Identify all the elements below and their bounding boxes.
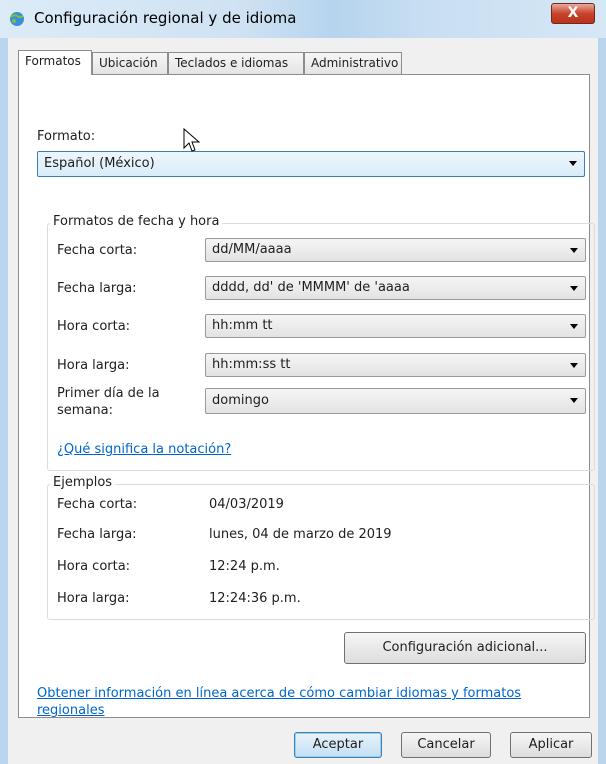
example-short-time-label: Hora corta:	[57, 559, 131, 574]
online-info-link-line2[interactable]: regionales	[37, 703, 104, 718]
short-date-label: Fecha corta:	[57, 243, 138, 258]
tab-administrativo[interactable]: Administrativo	[304, 52, 402, 74]
chevron-down-icon	[570, 324, 578, 329]
online-info-link[interactable]: Obtener información en línea acerca de c…	[37, 686, 521, 701]
chevron-down-icon	[569, 161, 577, 166]
window: Configuración regional y de idioma X For…	[0, 0, 606, 764]
example-long-date-label: Fecha larga:	[57, 527, 137, 542]
long-date-label: Fecha larga:	[57, 281, 137, 296]
additional-settings-button[interactable]: Configuración adicional...	[344, 632, 586, 664]
title-bar[interactable]: Configuración regional y de idioma X	[0, 0, 606, 38]
first-day-label: Primer día de la	[57, 386, 160, 401]
short-time-select[interactable]: hh:mm tt	[205, 314, 586, 338]
example-short-date-label: Fecha corta:	[57, 497, 138, 512]
long-date-select[interactable]: dddd, dd' de 'MMMM' de 'aaaa	[205, 276, 586, 300]
tab-teclados[interactable]: Teclados e idiomas	[168, 52, 304, 74]
ok-button[interactable]: Aceptar	[294, 732, 382, 758]
example-long-time-label: Hora larga:	[57, 591, 130, 606]
example-short-date-value: 04/03/2019	[209, 497, 284, 512]
frame-right	[598, 38, 606, 764]
short-date-value: dd/MM/aaaa	[212, 242, 292, 257]
long-time-label: Hora larga:	[57, 358, 130, 373]
first-day-label-2: semana:	[57, 403, 113, 418]
example-long-time-value: 12:24:36 p.m.	[209, 591, 301, 606]
close-button[interactable]: X	[551, 3, 595, 24]
format-label: Formato:	[37, 129, 96, 144]
format-value: Español (México)	[44, 156, 155, 171]
cancel-button[interactable]: Cancelar	[401, 732, 491, 758]
long-time-select[interactable]: hh:mm:ss tt	[205, 353, 586, 377]
window-title: Configuración regional y de idioma	[34, 9, 297, 27]
chevron-down-icon	[570, 398, 578, 403]
example-short-time-value: 12:24 p.m.	[209, 559, 280, 574]
apply-button[interactable]: Aplicar	[510, 732, 592, 758]
example-long-date-value: lunes, 04 de marzo de 2019	[209, 527, 392, 542]
first-day-value: domingo	[212, 393, 269, 408]
tab-panel: Formato: Español (México) Formatos de fe…	[18, 74, 595, 718]
date-time-group-title: Formatos de fecha y hora	[50, 214, 223, 229]
examples-group-title: Ejemplos	[50, 475, 116, 490]
tab-ubicacion[interactable]: Ubicación	[92, 52, 168, 74]
notation-link[interactable]: ¿Qué significa la notación?	[57, 442, 231, 457]
tab-formatos[interactable]: Formatos	[18, 50, 92, 75]
chevron-down-icon	[570, 286, 578, 291]
dialog-client: Formatos Ubicación Teclados e idiomas Ad…	[8, 38, 598, 764]
long-time-value: hh:mm:ss tt	[212, 357, 291, 372]
short-time-label: Hora corta:	[57, 319, 131, 334]
long-date-value: dddd, dd' de 'MMMM' de 'aaaa	[212, 280, 410, 295]
short-date-select[interactable]: dd/MM/aaaa	[205, 238, 586, 262]
close-icon: X	[567, 5, 579, 21]
format-select[interactable]: Español (México)	[37, 151, 585, 177]
chevron-down-icon	[570, 248, 578, 253]
chevron-down-icon	[570, 363, 578, 368]
first-day-select[interactable]: domingo	[205, 388, 586, 414]
frame-left	[0, 38, 8, 764]
mouse-cursor-icon	[183, 128, 201, 152]
globe-icon	[10, 12, 24, 26]
short-time-value: hh:mm tt	[212, 318, 273, 333]
